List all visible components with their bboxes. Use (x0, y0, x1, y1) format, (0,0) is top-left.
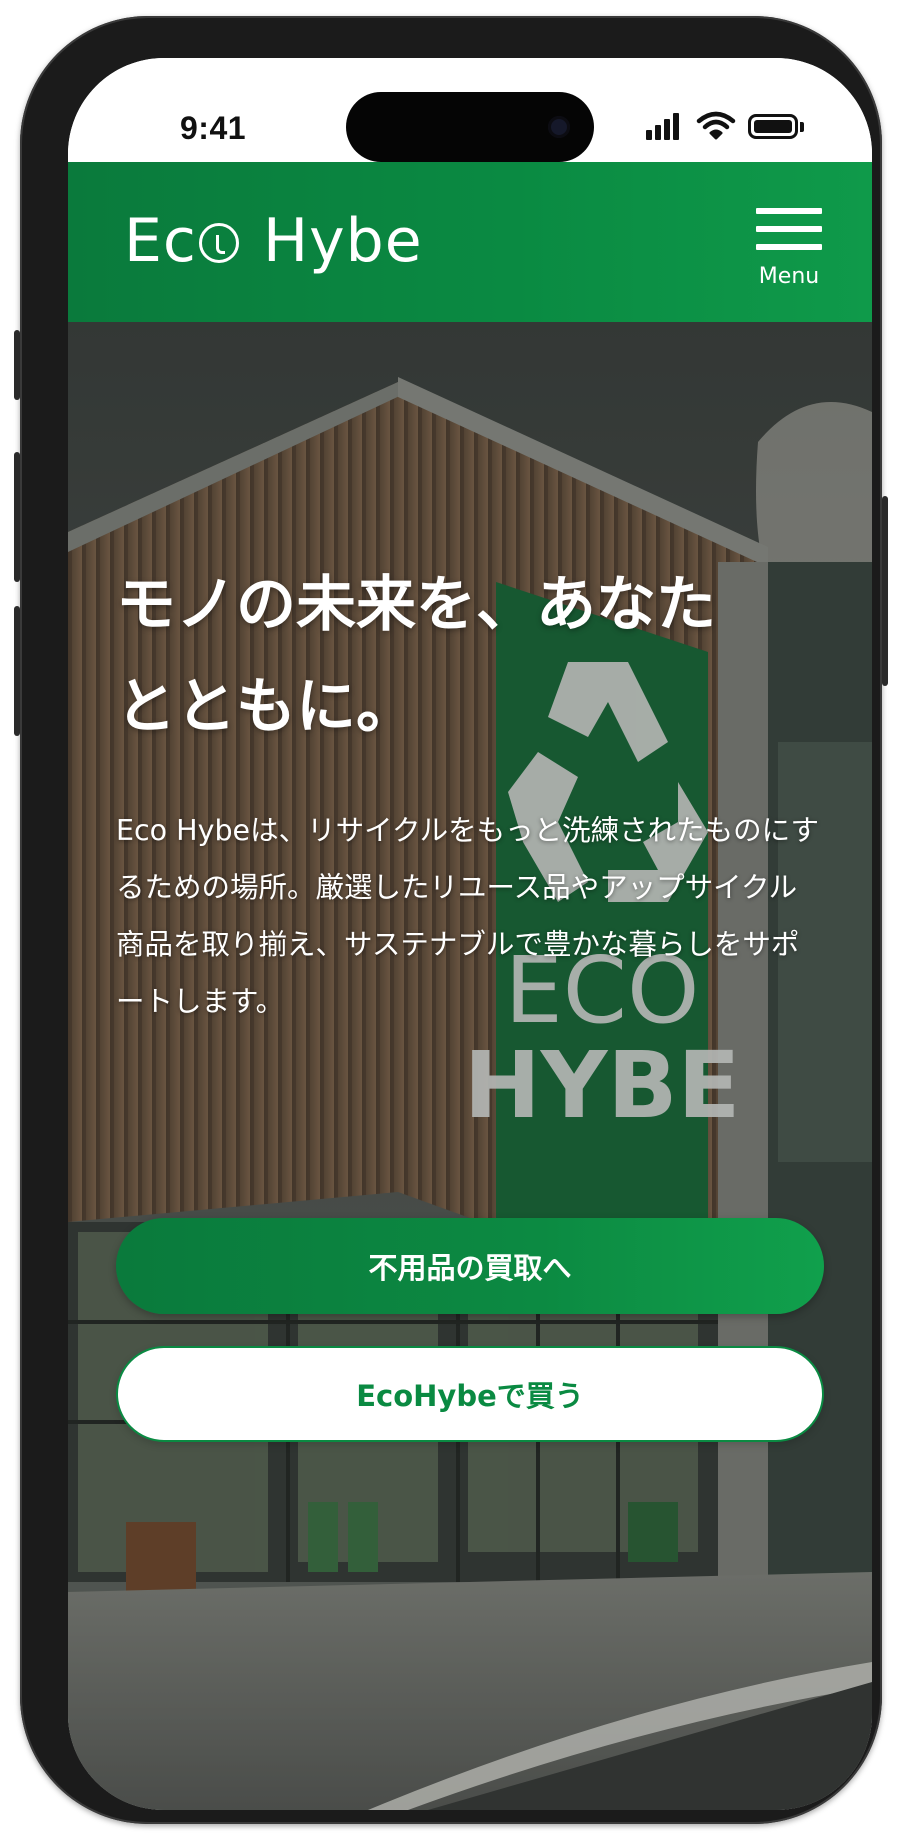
phone-frame: 9:41 Ec Hybe Menu ECO HYBE モノの未来を、あなた とと… (14, 16, 888, 1824)
power-button (882, 496, 888, 686)
menu-button[interactable]: Menu (744, 206, 834, 296)
camera-icon (548, 116, 570, 138)
logo-text-end: Hybe (242, 206, 423, 276)
hero-overlay (68, 322, 872, 1810)
wifi-icon (696, 111, 736, 140)
eco-leaf-icon (198, 223, 239, 263)
hero-description: Eco Hybeは、リサイクルをもっと洗練されたものにするための場所。厳選したリ… (116, 814, 819, 1018)
status-icons (646, 110, 806, 140)
buy-button[interactable]: EcoHybeで買う (116, 1346, 824, 1442)
hero-title-line2: とともに。 (116, 672, 416, 742)
buy-button-label: EcoHybeで買う (356, 1379, 584, 1413)
logo[interactable]: Ec Hybe (124, 206, 423, 276)
logo-text-start: Ec (124, 206, 197, 276)
menu-label: Menu (758, 264, 820, 289)
status-time: 9:41 (180, 110, 247, 146)
volume-down-button (14, 606, 20, 736)
sell-items-button[interactable]: 不用品の買取へ (116, 1218, 824, 1314)
status-bar: 9:41 (68, 58, 872, 162)
volume-up-button (14, 452, 20, 582)
signal-icon (646, 110, 686, 140)
hamburger-icon (756, 208, 822, 214)
hamburger-icon-bar (756, 226, 822, 232)
phone-screen: 9:41 Ec Hybe Menu ECO HYBE モノの未来を、あなた とと… (68, 58, 872, 1810)
hamburger-icon-bar (756, 244, 822, 250)
sell-items-button-label: 不用品の買取へ (368, 1251, 572, 1285)
site-header: Ec Hybe Menu (68, 162, 872, 322)
action-button (14, 330, 20, 400)
dynamic-island (346, 92, 594, 162)
hero-title-line1: モノの未来を、あなた (116, 570, 716, 640)
hero-title: モノの未来を、あなた とともに。 (116, 554, 836, 758)
hero-section: ECO HYBE モノの未来を、あなた とともに。 Eco Hybeは、リサイク… (68, 322, 872, 1810)
